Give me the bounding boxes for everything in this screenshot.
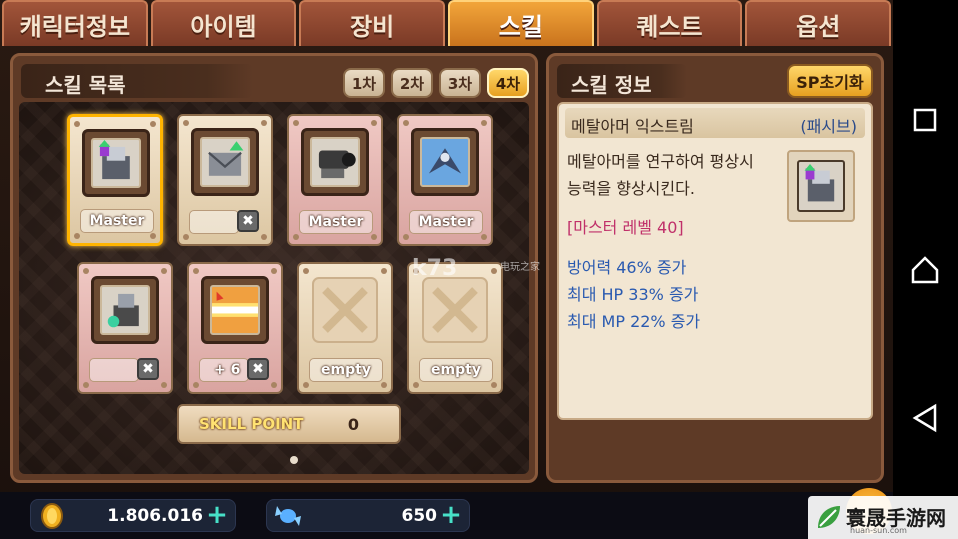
sp-reset-button[interactable]: SP초기화 [787, 64, 873, 98]
tab-quests[interactable]: 퀘스트 [596, 0, 743, 46]
skill-point-bar: SKILL POINT 0 [177, 404, 401, 444]
recent-apps-icon[interactable] [907, 102, 943, 138]
skill-card[interactable]: Master [397, 114, 493, 246]
skill-level-label: empty [419, 358, 493, 382]
grade-tab-1[interactable]: 1차 [343, 68, 385, 98]
remove-skill-button[interactable]: ✖ [237, 210, 259, 232]
skill-info-title: 스킬 정보 [557, 64, 687, 98]
job-grade-tabs: 1차 2차 3차 4차 [343, 68, 529, 98]
tab-equipment[interactable]: 장비 [299, 0, 446, 46]
grade-tab-3[interactable]: 3차 [439, 68, 481, 98]
skill-card[interactable]: Master [287, 114, 383, 246]
metal-armor-extreme-icon [98, 140, 130, 180]
skill-header: 메탈아머 익스트림 (패시브) [565, 108, 865, 138]
meso-coin-icon [41, 503, 63, 529]
watermark: k73 [412, 256, 458, 281]
remove-skill-button[interactable]: ✖ [137, 358, 159, 380]
tab-skills[interactable]: 스킬 [448, 0, 594, 46]
empty-slot-x-icon [422, 277, 488, 343]
skill-level-label: + 6 [199, 358, 249, 382]
gem-amount: 650 [401, 506, 438, 526]
skill-description: 메탈아머를 연구하여 평상시 능력을 향상시킨다. [567, 148, 787, 202]
skill-list-title: 스킬 목록 [21, 64, 253, 98]
robot-factory-icon [107, 293, 139, 328]
remove-skill-button[interactable]: ✖ [247, 358, 269, 380]
skill-card[interactable]: Master [67, 114, 163, 246]
candy-gem-icon [275, 506, 301, 526]
skill-detail-box: 메탈아머 익스트림 (패시브) 메탈아머를 연구하여 평상시 능력을 향상시킨다… [557, 102, 873, 420]
tab-character-info[interactable]: 캐릭터정보 [2, 0, 148, 46]
mech-jet-icon [428, 148, 462, 174]
description-line: 메탈아머를 연구하여 평상시 [567, 152, 754, 171]
envelope-upgrade-icon [208, 141, 244, 176]
skill-level-label: empty [309, 358, 383, 382]
back-icon[interactable] [907, 400, 943, 436]
skill-name: 메탈아머 익스트림 [571, 117, 694, 136]
master-level: [마스터 레벨 40] [567, 218, 684, 237]
effect-line: 최대 MP 22% 증가 [567, 312, 701, 331]
meso-balance: 1.806.016 + [30, 499, 236, 532]
gem-balance: 650 + [266, 499, 470, 532]
description-line: 능력을 향상시킨다. [567, 179, 695, 198]
skill-card[interactable]: ✖ [77, 262, 173, 394]
site-logo: 寰晟手游网 huan-sun.com [808, 496, 958, 539]
skill-type: (패시브) [800, 117, 857, 136]
tab-options[interactable]: 옵션 [745, 0, 892, 46]
logo-subtext: huan-sun.com [850, 526, 907, 535]
skill-card[interactable]: + 6 ✖ [187, 262, 283, 394]
empty-skill-slot[interactable]: empty [407, 262, 503, 394]
effect-line: 최대 HP 33% 증가 [567, 285, 699, 304]
grade-tab-2[interactable]: 2차 [391, 68, 433, 98]
leaf-logo-icon [818, 506, 840, 528]
meso-amount: 1.806.016 [107, 506, 203, 526]
skill-level-label [89, 358, 139, 382]
page-indicator-dot [290, 456, 298, 464]
home-icon[interactable] [907, 252, 943, 288]
skill-level-label: Master [409, 210, 483, 234]
skill-point-label: SKILL POINT [199, 415, 304, 433]
skill-level-label: Master [80, 209, 154, 233]
empty-skill-slot[interactable]: empty [297, 262, 393, 394]
android-nav-bar [893, 0, 958, 539]
menu-tabs: 캐릭터정보 아이템 장비 스킬 퀘스트 옵션 [0, 0, 893, 48]
skill-card[interactable]: ✖ [177, 114, 273, 246]
skill-level-label: Master [299, 210, 373, 234]
metal-armor-extreme-icon [797, 160, 845, 212]
tab-items[interactable]: 아이템 [150, 0, 297, 46]
watermark-sub: 电玩之家 [500, 262, 540, 273]
skill-list-panel: 스킬 목록 1차 2차 3차 4차 Master ✖ Master Master… [10, 53, 538, 483]
skill-effects: 방어력 46% 증가 최대 HP 33% 증가 최대 MP 22% 증가 [567, 254, 700, 335]
skill-grid: Master ✖ Master Master ✖ + 6 ✖ empty emp… [19, 102, 529, 474]
skill-level-label [189, 210, 239, 234]
empty-slot-x-icon [312, 277, 378, 343]
skill-info-panel: 스킬 정보 SP초기화 메탈아머 익스트림 (패시브) 메탈아머를 연구하여 평… [546, 53, 884, 483]
effect-line: 방어력 46% 증가 [567, 258, 687, 277]
skill-info-icon [787, 150, 855, 222]
laser-blast-icon [212, 291, 258, 317]
add-meso-button[interactable]: + [205, 502, 229, 528]
grade-tab-4[interactable]: 4차 [487, 68, 529, 98]
currency-bar: 1.806.016 + 650 + [0, 492, 893, 539]
game-screen: 캐릭터정보 아이템 장비 스킬 퀘스트 옵션 스킬 목록 1차 2차 3차 4차 [0, 0, 893, 539]
skill-point-value: 0 [347, 415, 359, 434]
cannon-icon [318, 150, 356, 179]
add-gem-button[interactable]: + [439, 502, 463, 528]
